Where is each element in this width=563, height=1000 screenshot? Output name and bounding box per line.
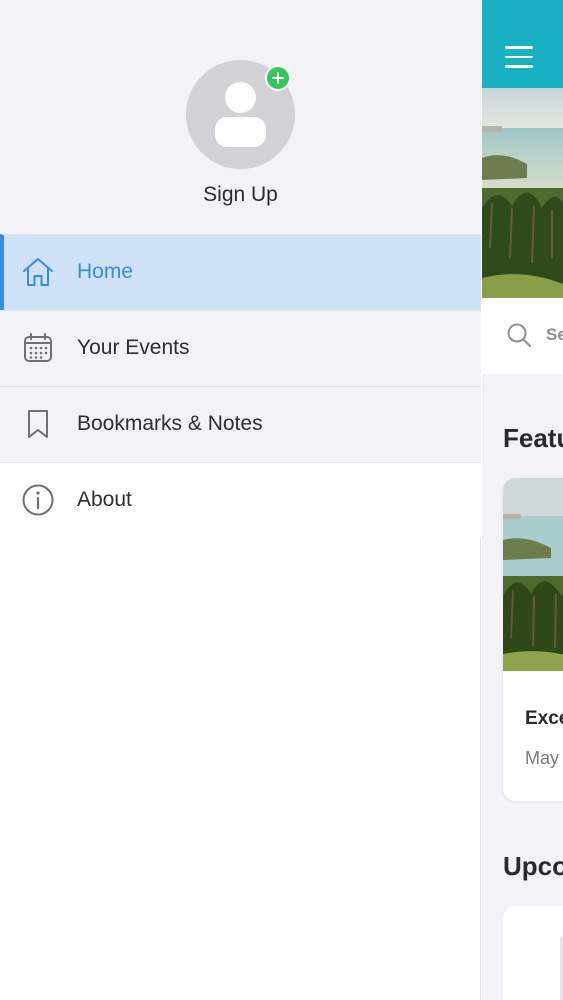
avatar-body-shape <box>215 117 266 147</box>
hamburger-menu-icon[interactable] <box>505 46 533 68</box>
featured-event-card[interactable]: Exce May <box>503 478 563 801</box>
avatar-head-shape <box>225 82 256 113</box>
search-bar[interactable]: Se <box>482 298 563 374</box>
search-icon <box>507 323 531 347</box>
menu-item-home[interactable]: Home <box>0 234 481 310</box>
sign-up-label[interactable]: Sign Up <box>0 183 481 207</box>
hero-beach-image <box>482 88 563 298</box>
menu-item-about[interactable]: About <box>0 462 481 538</box>
featured-event-image <box>503 478 563 671</box>
side-drawer: Sign Up Home Your Events Bookmarks & Not… <box>0 0 481 1000</box>
info-icon <box>22 484 54 516</box>
add-account-icon[interactable] <box>265 65 291 91</box>
navbar <box>482 0 563 88</box>
menu-item-bookmarks-notes[interactable]: Bookmarks & Notes <box>0 386 481 462</box>
main-content: Se Featu Exce May Upco <box>482 0 563 1000</box>
featured-event-title: Exce <box>525 708 563 729</box>
menu-item-about-label: About <box>77 488 132 511</box>
search-placeholder: Se <box>546 325 563 344</box>
featured-event-date: May <box>525 748 560 768</box>
calendar-icon <box>24 333 52 362</box>
upcoming-section-title: Upco <box>503 851 563 881</box>
upcoming-event-card[interactable] <box>503 906 563 1000</box>
drawer-header: Sign Up <box>0 0 481 234</box>
menu-item-your-events-label: Your Events <box>77 336 190 359</box>
menu-item-bookmarks-notes-label: Bookmarks & Notes <box>77 412 263 435</box>
featured-section-title: Featu <box>503 423 563 453</box>
menu-item-home-label: Home <box>77 260 134 283</box>
home-icon <box>23 258 53 286</box>
menu-item-your-events[interactable]: Your Events <box>0 310 481 386</box>
bookmark-icon <box>28 410 48 438</box>
